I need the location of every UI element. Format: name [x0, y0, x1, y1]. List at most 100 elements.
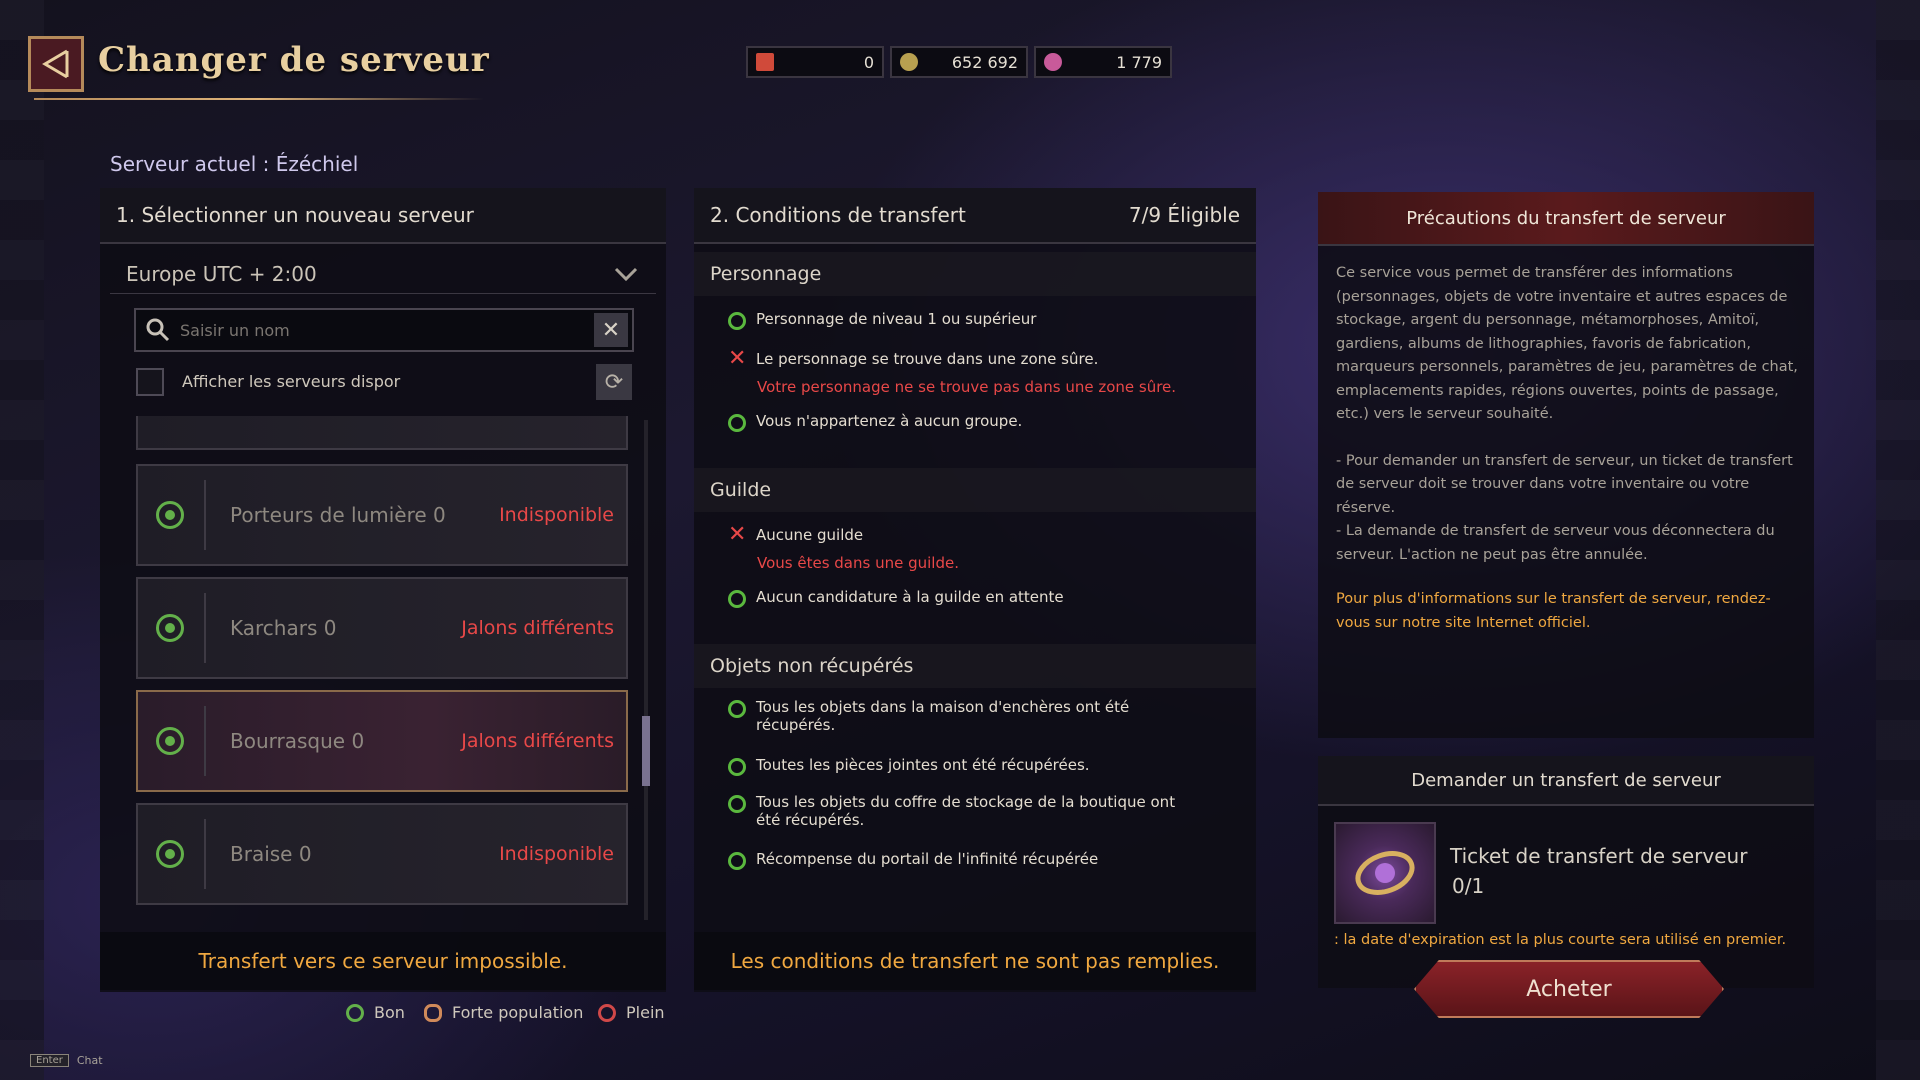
precautions-header: Précautions du transfert de serveur [1318, 192, 1814, 246]
search-icon [146, 318, 170, 342]
server-card-selected[interactable]: Bourrasque 0 Jalons différents [136, 690, 628, 792]
server-card-partial[interactable] [136, 416, 628, 450]
currency-value: 1 779 [1116, 52, 1162, 72]
condition-shop-storage: Tous les objets du coffre de stockage de… [728, 793, 1178, 829]
server-list-scrollbar[interactable] [644, 420, 648, 920]
scrollbar-thumb[interactable] [642, 716, 650, 786]
buy-label: Acheter [1526, 976, 1612, 1002]
official-site-link[interactable]: Pour plus d'informations sur le transfer… [1336, 588, 1802, 635]
buy-button[interactable]: Acheter [1414, 960, 1724, 1018]
back-button[interactable] [28, 36, 84, 92]
title-ornament [34, 98, 484, 100]
currency-value: 0 [863, 52, 874, 72]
currency-gem: 1 779 [1034, 46, 1172, 78]
right-decorative-border [1876, 0, 1920, 1080]
refresh-icon: ⟳ [604, 369, 624, 395]
condition-safe-zone: ✕ Le personnage se trouve dans une zone s… [728, 348, 1099, 370]
chat-label: Chat [76, 1054, 103, 1067]
refresh-button[interactable]: ⟳ [596, 364, 632, 400]
condition-text: Le personnage se trouve dans une zone sû… [756, 350, 1099, 368]
pheon-gem-icon [1044, 53, 1062, 71]
legend-label: Forte population [452, 1003, 584, 1022]
legend-high-population: Forte population [424, 1003, 583, 1022]
legend-good: Bon [346, 1003, 405, 1022]
card-divider [204, 706, 206, 776]
server-status: Jalons différents [461, 617, 614, 639]
server-count: 0 [298, 842, 312, 866]
ticket-name: Ticket de transfert de serveur [1450, 844, 1748, 868]
condition-level: Personnage de niveau 1 ou supérieur [728, 310, 1036, 330]
request-title: Demander un transfert de serveur [1411, 769, 1721, 791]
request-header: Demander un transfert de serveur [1318, 756, 1814, 806]
close-icon: ✕ [601, 317, 621, 343]
available-servers-label: Afficher les serveurs dispor [182, 372, 401, 391]
server-name: Braise 0 [230, 842, 499, 866]
condition-infinity-portal: Récompense du portail de l'infinité récu… [728, 850, 1098, 870]
ticket-icon [1355, 851, 1415, 895]
transfer-ticket-image[interactable] [1334, 822, 1436, 924]
currency-ticket: 0 [746, 46, 884, 78]
condition-text: Aucun candidature à la guilde en attente [756, 588, 1064, 606]
ticket-currency-icon [756, 53, 774, 71]
server-name-text: Bourrasque [230, 729, 346, 753]
condition-text: Vous n'appartenez à aucun groupe. [756, 412, 1023, 430]
current-server: Serveur actuel : Ézéchiel [110, 152, 358, 176]
full-status-icon [598, 1003, 616, 1022]
condition-text: Toutes les pièces jointes ont été récupé… [756, 756, 1090, 774]
server-status: Indisponible [499, 504, 614, 526]
check-ok-icon [728, 312, 746, 330]
conditions-footer-message: Les conditions de transfert ne sont pas … [694, 932, 1256, 990]
conditions-header: 2. Conditions de transfert 7/9 Éligible [694, 188, 1256, 244]
current-server-value: Ézéchiel [275, 152, 359, 176]
condition-error: Vous êtes dans une guilde. [757, 554, 959, 572]
check-ok-icon [728, 795, 746, 813]
search-input[interactable] [172, 320, 594, 340]
enter-key-badge: Enter [30, 1054, 69, 1067]
section-personnage: Personnage [694, 252, 1256, 296]
ticket-count: 0/1 [1452, 874, 1485, 898]
eligibility-count: 7/9 Éligible [1128, 203, 1240, 227]
condition-attachments: Toutes les pièces jointes ont été récupé… [728, 756, 1090, 776]
currency-silver: 652 692 [890, 46, 1028, 78]
server-card[interactable]: Karchars 0 Jalons différents [136, 577, 628, 679]
available-servers-checkbox[interactable] [136, 368, 164, 396]
chevron-down-icon [614, 267, 638, 281]
conditions-title: 2. Conditions de transfert [710, 203, 966, 227]
check-ok-icon [728, 758, 746, 776]
server-status: Indisponible [499, 843, 614, 865]
good-status-icon [346, 1003, 364, 1022]
good-status-icon [156, 501, 184, 529]
page-title: Changer de serveur [98, 40, 490, 80]
check-ok-icon [728, 700, 746, 718]
condition-no-group: Vous n'appartenez à aucun groupe. [728, 412, 1022, 432]
server-status: Jalons différents [461, 730, 614, 752]
condition-no-application: Aucun candidature à la guilde en attente [728, 588, 1064, 608]
condition-text: Aucune guilde [756, 526, 864, 544]
section-objets: Objets non récupérés [694, 644, 1256, 688]
precautions-description: Ce service vous permet de transférer des… [1336, 262, 1802, 567]
clear-search-button[interactable]: ✕ [594, 313, 628, 347]
server-count: 0 [323, 616, 337, 640]
good-status-icon [156, 614, 184, 642]
chat-hint[interactable]: Enter Chat [30, 1054, 103, 1067]
server-card[interactable]: Braise 0 Indisponible [136, 803, 628, 905]
select-server-header: 1. Sélectionner un nouveau serveur [100, 188, 666, 244]
server-name: Karchars 0 [230, 616, 461, 640]
check-ok-icon [728, 852, 746, 870]
card-divider [204, 593, 206, 663]
current-server-label: Serveur actuel : [110, 152, 270, 176]
precautions-title: Précautions du transfert de serveur [1406, 207, 1726, 229]
expiry-note: : la date d'expiration est la plus court… [1334, 932, 1787, 948]
server-name: Porteurs de lumière 0 [230, 503, 499, 527]
server-count: 0 [433, 503, 446, 527]
good-status-icon [156, 727, 184, 755]
server-search: ✕ [134, 308, 634, 352]
good-status-icon [156, 840, 184, 868]
server-card[interactable]: Porteurs de lumière 0 Indisponible [136, 464, 628, 566]
condition-text: Personnage de niveau 1 ou supérieur [756, 310, 1037, 328]
card-divider [204, 480, 206, 550]
left-decorative-border [0, 0, 44, 1080]
region-dropdown[interactable]: Europe UTC + 2:00 [110, 254, 656, 294]
condition-text: Récompense du portail de l'infinité récu… [756, 850, 1099, 868]
server-count: 0 [351, 729, 365, 753]
